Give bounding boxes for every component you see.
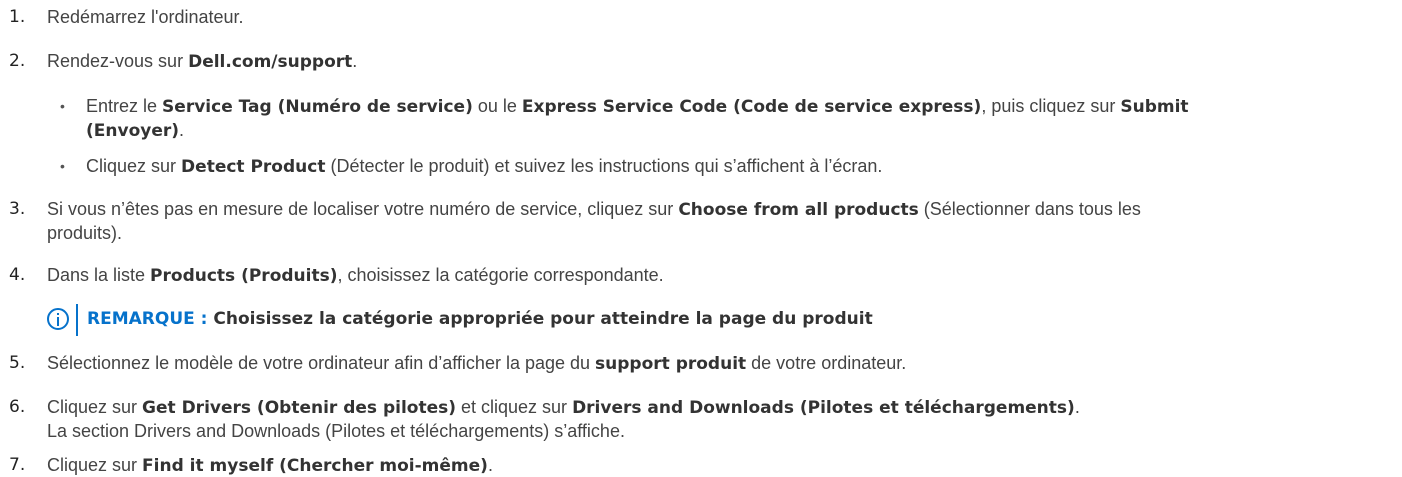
instructions-document: 1. Redémarrez l'ordinateur. 2. Rendez-vo…	[0, 0, 1402, 477]
step-text: Rendez-vous sur Dell.com/support.	[47, 51, 358, 72]
step-number: 7.	[9, 455, 26, 475]
bullet: •	[60, 98, 65, 114]
substep-text: (Envoyer).	[86, 120, 185, 141]
step-text: Dans la liste Products (Produits), chois…	[47, 265, 664, 286]
step-number: 6.	[9, 397, 26, 417]
bullet: •	[60, 158, 65, 174]
step-text: Redémarrez l'ordinateur.	[47, 7, 244, 27]
substep-text: Cliquez sur Detect Product (Détecter le …	[86, 156, 883, 177]
step-text: produits).	[47, 223, 123, 243]
step-text: La section Drivers and Downloads (Pilote…	[47, 421, 625, 441]
substep-text: Entrez le Service Tag (Numéro de service…	[86, 96, 1189, 117]
step-text: Cliquez sur Get Drivers (Obtenir des pil…	[47, 397, 1080, 418]
step-text: Si vous n’êtes pas en mesure de localise…	[47, 199, 1141, 220]
support-site-link-text: Dell.com/support	[188, 52, 353, 72]
note-label: REMARQUE :	[87, 309, 208, 329]
note-text: REMARQUE : Choisissez la catégorie appro…	[87, 309, 873, 329]
step-text: Cliquez sur Find it myself (Chercher moi…	[47, 455, 493, 476]
step-number: 3.	[9, 199, 26, 219]
info-icon	[47, 308, 69, 330]
step-number: 5.	[9, 353, 26, 373]
step-number: 1.	[9, 7, 26, 27]
step-number: 2.	[9, 51, 26, 71]
step-number: 4.	[9, 265, 26, 285]
note-divider	[76, 304, 78, 336]
step-text: Sélectionnez le modèle de votre ordinate…	[47, 353, 907, 374]
